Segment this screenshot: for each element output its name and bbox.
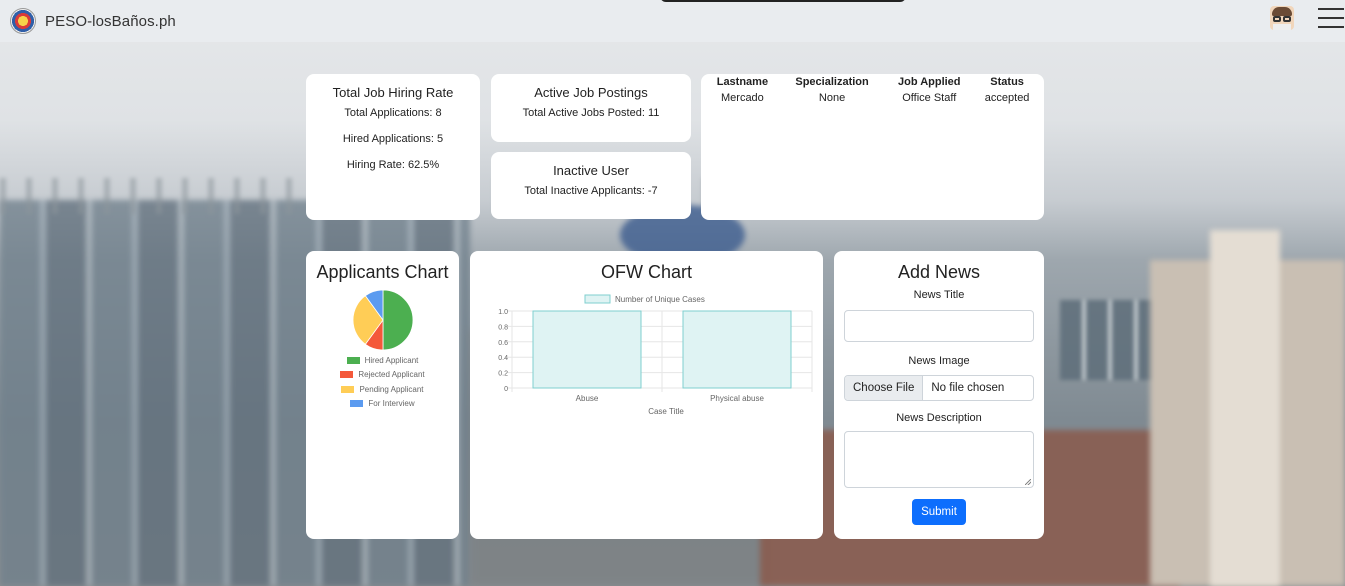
legend-label: For Interview xyxy=(368,399,415,409)
y-tick-label: 0.2 xyxy=(498,371,508,378)
legend-swatch xyxy=(340,371,354,379)
inactive-applicants-count: Total Inactive Applicants: -7 xyxy=(524,185,658,197)
legend-label: Hired Applicant xyxy=(364,355,419,365)
y-tick-label: 0.4 xyxy=(498,355,508,362)
inactive-user-card: Inactive User Total Inactive Applicants:… xyxy=(491,152,691,219)
legend-label: Rejected Applicant xyxy=(358,370,425,380)
legend-label: Number of Unique Cases xyxy=(615,295,705,304)
table-header-row: Lastname Specialization Job Applied Stat… xyxy=(705,75,1040,89)
x-axis-label: Case Title xyxy=(648,407,684,416)
file-status-text: No file chosen xyxy=(931,382,1005,394)
pie-slice-hired-applicant[interactable] xyxy=(382,289,413,351)
legend-swatch xyxy=(346,356,360,364)
x-tick-label: Abuse xyxy=(576,394,599,403)
cell-lastname: Mercado xyxy=(721,92,764,104)
applicants-chart-title: Applicants Chart xyxy=(316,262,449,282)
cell-status: accepted xyxy=(984,92,1030,104)
news-description-label: News Description xyxy=(896,412,982,424)
peso-logo-icon[interactable] xyxy=(10,8,36,34)
news-image-label: News Image xyxy=(908,355,970,367)
legend-swatch xyxy=(350,400,364,408)
y-tick-label: 0 xyxy=(504,386,508,393)
user-avatar-icon[interactable] xyxy=(1270,6,1294,30)
applications-table: Lastname Specialization Job Applied Stat… xyxy=(705,75,1040,107)
applicants-chart-card: Applicants Chart Hired Applicant Rejected… xyxy=(306,251,459,539)
y-tick-label: 1.0 xyxy=(498,309,508,316)
ofw-chart-card: OFW Chart Number of Unique Cases 0 0.2 0.4 0… xyxy=(470,251,823,539)
column-header-lastname: Lastname xyxy=(716,76,769,88)
legend-item[interactable]: Rejected Applicant xyxy=(306,368,459,383)
hired-applications: Hired Applications: 5 xyxy=(342,133,444,145)
top-tab-handle xyxy=(660,0,906,2)
news-description-textarea[interactable] xyxy=(844,431,1034,488)
active-job-postings-title: Active Job Postings xyxy=(534,85,648,100)
add-news-card: Add News News Title News Image Choose Fi… xyxy=(834,251,1044,539)
news-title-input[interactable] xyxy=(844,310,1034,342)
bar-physical-abuse[interactable] xyxy=(682,310,792,389)
cell-job-applied: Office Staff xyxy=(902,92,957,104)
inactive-user-title: Inactive User xyxy=(553,163,629,178)
add-news-title: Add News xyxy=(897,262,981,282)
table-row: Mercado None Office Staff accepted xyxy=(705,89,1040,107)
y-tick-label: 0.6 xyxy=(498,340,508,347)
y-tick-label: 0.8 xyxy=(498,324,508,331)
ofw-bar-chart[interactable]: Number of Unique Cases 0 0.2 0.4 0.6 0.8 1.0 Ab… xyxy=(470,289,823,429)
navbar: PESO-losBaños.ph xyxy=(0,0,1345,42)
applicants-chart-legend: Hired Applicant Rejected Applicant Pending… xyxy=(306,353,459,411)
applications-table-card: Lastname Specialization Job Applied Stat… xyxy=(701,74,1044,220)
legend-swatch xyxy=(584,294,611,304)
active-job-postings-card: Active Job Postings Total Active Jobs Po… xyxy=(491,74,691,142)
applicants-pie-chart[interactable] xyxy=(352,289,414,351)
column-header-specialization: Specialization xyxy=(795,76,869,88)
hamburger-menu-icon[interactable] xyxy=(1318,8,1344,28)
x-tick-label: Physical abuse xyxy=(710,394,764,403)
legend-item[interactable]: For Interview xyxy=(306,397,459,412)
news-image-file-input[interactable]: Choose File No file chosen xyxy=(844,375,1034,401)
ofw-chart-title: OFW Chart xyxy=(600,262,692,282)
active-jobs-count: Total Active Jobs Posted: 11 xyxy=(522,107,660,119)
hiring-rate-card: Total Job Hiring Rate Total Applications… xyxy=(306,74,480,220)
choose-file-button[interactable]: Choose File xyxy=(845,376,924,400)
hiring-rate: Hiring Rate: 62.5% xyxy=(346,159,440,171)
brand-name[interactable]: PESO-losBaños.ph xyxy=(45,13,176,30)
total-applications: Total Applications: 8 xyxy=(344,107,442,119)
legend-item[interactable]: Hired Applicant xyxy=(306,353,459,368)
bar-abuse[interactable] xyxy=(532,310,642,389)
column-header-job-applied: Job Applied xyxy=(897,76,961,88)
legend-item[interactable]: Pending Applicant xyxy=(306,382,459,397)
ofw-chart-legend[interactable]: Number of Unique Cases xyxy=(584,294,705,304)
column-header-status: Status xyxy=(990,76,1024,88)
legend-swatch xyxy=(341,385,355,393)
hiring-rate-title: Total Job Hiring Rate xyxy=(332,85,454,100)
legend-label: Pending Applicant xyxy=(359,384,424,394)
submit-button[interactable]: Submit xyxy=(912,499,966,525)
news-title-label: News Title xyxy=(913,289,965,301)
cell-specialization: None xyxy=(818,92,846,104)
